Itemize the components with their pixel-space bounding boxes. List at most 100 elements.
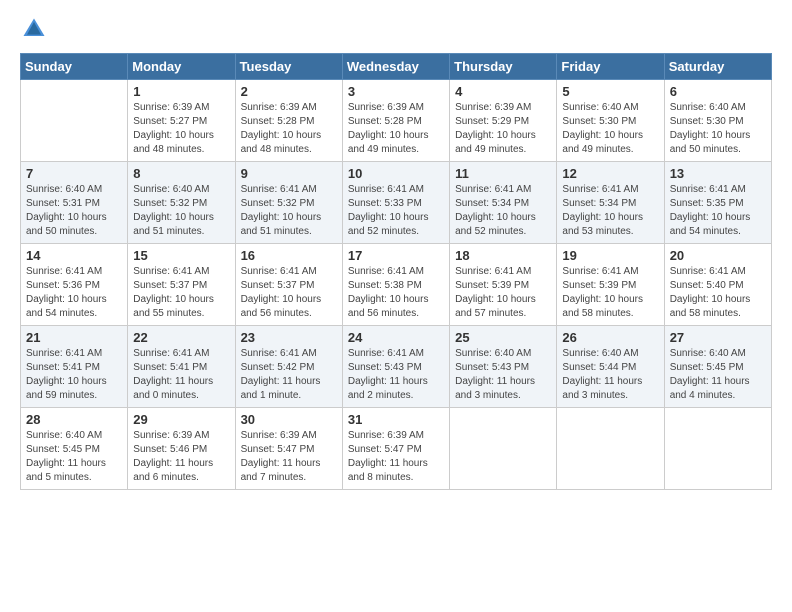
col-header-tuesday: Tuesday xyxy=(235,54,342,80)
day-info: Sunrise: 6:40 AMSunset: 5:30 PMDaylight:… xyxy=(670,101,766,157)
day-cell: 9 Sunrise: 6:41 AMSunset: 5:32 PMDaylight… xyxy=(235,162,342,244)
day-info: Sunrise: 6:40 AMSunset: 5:44 PMDaylight:… xyxy=(562,347,658,403)
day-info: Sunrise: 6:41 AMSunset: 5:38 PMDaylight:… xyxy=(348,265,444,321)
day-info: Sunrise: 6:39 AMSunset: 5:46 PMDaylight:… xyxy=(133,429,229,485)
week-row-1: 1 Sunrise: 6:39 AMSunset: 5:27 PMDaylight… xyxy=(21,80,772,162)
day-cell: 20 Sunrise: 6:41 AMSunset: 5:40 PMDayligh… xyxy=(664,244,771,326)
day-info: Sunrise: 6:41 AMSunset: 5:34 PMDaylight:… xyxy=(562,183,658,239)
day-number: 2 xyxy=(241,84,337,99)
day-info: Sunrise: 6:40 AMSunset: 5:45 PMDaylight:… xyxy=(670,347,766,403)
day-number: 19 xyxy=(562,248,658,263)
day-number: 21 xyxy=(26,330,122,345)
day-info: Sunrise: 6:39 AMSunset: 5:27 PMDaylight:… xyxy=(133,101,229,157)
day-number: 27 xyxy=(670,330,766,345)
day-number: 11 xyxy=(455,166,551,181)
day-cell: 19 Sunrise: 6:41 AMSunset: 5:39 PMDayligh… xyxy=(557,244,664,326)
day-cell: 12 Sunrise: 6:41 AMSunset: 5:34 PMDayligh… xyxy=(557,162,664,244)
day-number: 14 xyxy=(26,248,122,263)
day-number: 12 xyxy=(562,166,658,181)
day-info: Sunrise: 6:39 AMSunset: 5:47 PMDaylight:… xyxy=(241,429,337,485)
col-header-friday: Friday xyxy=(557,54,664,80)
day-cell: 29Sunrise: 6:39 AMSunset: 5:46 PMDayligh… xyxy=(128,408,235,490)
week-row-3: 14 Sunrise: 6:41 AMSunset: 5:36 PMDayligh… xyxy=(21,244,772,326)
day-cell: 22 Sunrise: 6:41 AMSunset: 5:41 PMDayligh… xyxy=(128,326,235,408)
day-number: 24 xyxy=(348,330,444,345)
logo-icon xyxy=(20,15,48,43)
col-header-sunday: Sunday xyxy=(21,54,128,80)
day-number: 20 xyxy=(670,248,766,263)
day-number: 3 xyxy=(348,84,444,99)
day-info: Sunrise: 6:39 AMSunset: 5:28 PMDaylight:… xyxy=(348,101,444,157)
col-header-thursday: Thursday xyxy=(450,54,557,80)
day-number: 8 xyxy=(133,166,229,181)
day-number: 9 xyxy=(241,166,337,181)
day-info: Sunrise: 6:41 AMSunset: 5:39 PMDaylight:… xyxy=(562,265,658,321)
day-info: Sunrise: 6:41 AMSunset: 5:36 PMDaylight:… xyxy=(26,265,122,321)
day-info: Sunrise: 6:41 AMSunset: 5:34 PMDaylight:… xyxy=(455,183,551,239)
day-info: Sunrise: 6:39 AMSunset: 5:29 PMDaylight:… xyxy=(455,101,551,157)
day-number: 1 xyxy=(133,84,229,99)
day-info: Sunrise: 6:41 AMSunset: 5:39 PMDaylight:… xyxy=(455,265,551,321)
day-cell: 31 Sunrise: 6:39 AMSunset: 5:47 PMDayligh… xyxy=(342,408,449,490)
day-cell: 4 Sunrise: 6:39 AMSunset: 5:29 PMDaylight… xyxy=(450,80,557,162)
day-info: Sunrise: 6:41 AMSunset: 5:42 PMDaylight:… xyxy=(241,347,337,403)
logo xyxy=(20,15,52,43)
day-cell: 24 Sunrise: 6:41 AMSunset: 5:43 PMDayligh… xyxy=(342,326,449,408)
col-header-monday: Monday xyxy=(128,54,235,80)
day-info: Sunrise: 6:41 AMSunset: 5:41 PMDaylight:… xyxy=(26,347,122,403)
day-cell: 26 Sunrise: 6:40 AMSunset: 5:44 PMDayligh… xyxy=(557,326,664,408)
day-info: Sunrise: 6:39 AMSunset: 5:28 PMDaylight:… xyxy=(241,101,337,157)
day-info: Sunrise: 6:40 AMSunset: 5:43 PMDaylight:… xyxy=(455,347,551,403)
day-info: Sunrise: 6:41 AMSunset: 5:40 PMDaylight:… xyxy=(670,265,766,321)
day-cell: 1 Sunrise: 6:39 AMSunset: 5:27 PMDaylight… xyxy=(128,80,235,162)
day-number: 30 xyxy=(241,412,337,427)
day-number: 6 xyxy=(670,84,766,99)
day-cell xyxy=(557,408,664,490)
page: SundayMondayTuesdayWednesdayThursdayFrid… xyxy=(0,0,792,612)
header-row: SundayMondayTuesdayWednesdayThursdayFrid… xyxy=(21,54,772,80)
week-row-4: 21 Sunrise: 6:41 AMSunset: 5:41 PMDayligh… xyxy=(21,326,772,408)
calendar-table: SundayMondayTuesdayWednesdayThursdayFrid… xyxy=(20,53,772,490)
day-cell: 17 Sunrise: 6:41 AMSunset: 5:38 PMDayligh… xyxy=(342,244,449,326)
day-number: 16 xyxy=(241,248,337,263)
day-cell: 28 Sunrise: 6:40 AMSunset: 5:45 PMDayligh… xyxy=(21,408,128,490)
day-info: Sunrise: 6:41 AMSunset: 5:33 PMDaylight:… xyxy=(348,183,444,239)
day-cell: 16 Sunrise: 6:41 AMSunset: 5:37 PMDayligh… xyxy=(235,244,342,326)
day-info: Sunrise: 6:41 AMSunset: 5:32 PMDaylight:… xyxy=(241,183,337,239)
day-number: 25 xyxy=(455,330,551,345)
week-row-5: 28 Sunrise: 6:40 AMSunset: 5:45 PMDayligh… xyxy=(21,408,772,490)
day-cell: 3 Sunrise: 6:39 AMSunset: 5:28 PMDaylight… xyxy=(342,80,449,162)
day-number: 7 xyxy=(26,166,122,181)
day-info: Sunrise: 6:41 AMSunset: 5:37 PMDaylight:… xyxy=(241,265,337,321)
day-cell: 30 Sunrise: 6:39 AMSunset: 5:47 PMDayligh… xyxy=(235,408,342,490)
day-cell: 2 Sunrise: 6:39 AMSunset: 5:28 PMDaylight… xyxy=(235,80,342,162)
day-cell xyxy=(664,408,771,490)
day-number: 17 xyxy=(348,248,444,263)
day-number: 5 xyxy=(562,84,658,99)
col-header-wednesday: Wednesday xyxy=(342,54,449,80)
day-info: Sunrise: 6:40 AMSunset: 5:32 PMDaylight:… xyxy=(133,183,229,239)
day-info: Sunrise: 6:39 AMSunset: 5:47 PMDaylight:… xyxy=(348,429,444,485)
day-info: Sunrise: 6:41 AMSunset: 5:41 PMDaylight:… xyxy=(133,347,229,403)
day-cell: 21 Sunrise: 6:41 AMSunset: 5:41 PMDayligh… xyxy=(21,326,128,408)
day-cell xyxy=(21,80,128,162)
col-header-saturday: Saturday xyxy=(664,54,771,80)
day-info: Sunrise: 6:41 AMSunset: 5:43 PMDaylight:… xyxy=(348,347,444,403)
week-row-2: 7Sunrise: 6:40 AMSunset: 5:31 PMDaylight… xyxy=(21,162,772,244)
header xyxy=(20,15,772,43)
day-info: Sunrise: 6:40 AMSunset: 5:45 PMDaylight:… xyxy=(26,429,122,485)
day-cell xyxy=(450,408,557,490)
day-number: 28 xyxy=(26,412,122,427)
day-number: 31 xyxy=(348,412,444,427)
day-info: Sunrise: 6:41 AMSunset: 5:35 PMDaylight:… xyxy=(670,183,766,239)
day-cell: 13 Sunrise: 6:41 AMSunset: 5:35 PMDayligh… xyxy=(664,162,771,244)
day-cell: 25 Sunrise: 6:40 AMSunset: 5:43 PMDayligh… xyxy=(450,326,557,408)
day-number: 13 xyxy=(670,166,766,181)
day-cell: 14 Sunrise: 6:41 AMSunset: 5:36 PMDayligh… xyxy=(21,244,128,326)
day-number: 18 xyxy=(455,248,551,263)
day-number: 4 xyxy=(455,84,551,99)
day-cell: 23Sunrise: 6:41 AMSunset: 5:42 PMDayligh… xyxy=(235,326,342,408)
day-number: 22 xyxy=(133,330,229,345)
day-number: 26 xyxy=(562,330,658,345)
day-cell: 11 Sunrise: 6:41 AMSunset: 5:34 PMDayligh… xyxy=(450,162,557,244)
